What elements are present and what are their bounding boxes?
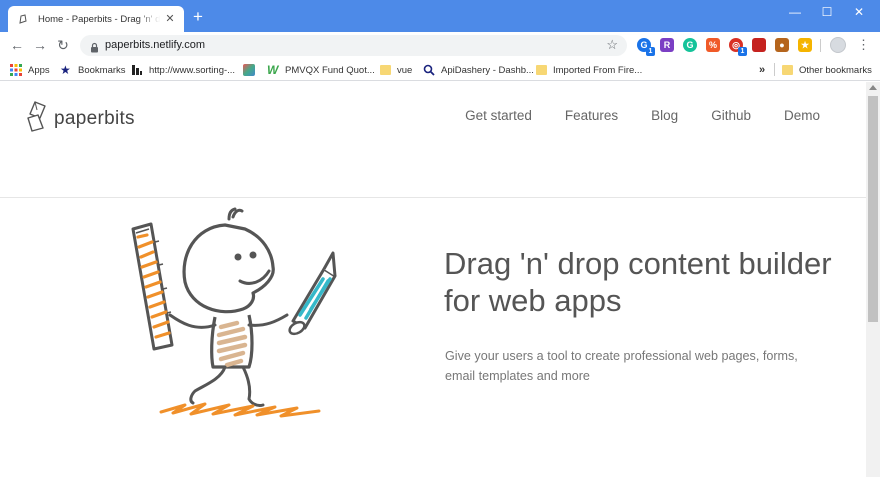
grammar-extension-icon[interactable]: G1: [637, 38, 655, 56]
folder-icon: [380, 65, 391, 75]
bookmark-label: http://www.sorting-...: [149, 64, 236, 76]
toolbar-separator: [820, 39, 821, 52]
paperbits-logo-icon: [26, 100, 50, 137]
nav-blog[interactable]: Blog: [651, 108, 678, 123]
bookmarks-overflow[interactable]: »: [759, 63, 765, 77]
extension-glyph: ●: [779, 40, 785, 50]
star-icon: ★: [60, 63, 71, 77]
profile-avatar[interactable]: [830, 37, 846, 53]
bookmark-label: PMVQX Fund Quot...: [285, 64, 375, 76]
grammarly-icon[interactable]: G: [683, 38, 697, 52]
folder-icon: [536, 65, 547, 75]
hero-title: Drag 'n' drop content builder for web ap…: [444, 246, 832, 318]
bookmark-label: ApiDashery - Dashb...: [441, 64, 534, 76]
browser-toolbar: ← → ↻ paperbits.netlify.com ☆ G 1 R G% ◎ 1 ● ★ …: [0, 32, 880, 59]
bars-icon: [131, 64, 143, 76]
bookmark-imported[interactable]: Imported From Fire...: [536, 63, 642, 77]
site-header: paperbits Get started Features Blog Gith…: [0, 82, 866, 198]
bookmark-apps[interactable]: Apps: [10, 63, 50, 77]
logo-text: paperbits: [54, 107, 135, 129]
search-icon: [423, 64, 435, 76]
bookmark-pmvqx[interactable]: W PMVQX Fund Quot...: [267, 63, 375, 77]
star-extension-icon[interactable]: ★: [798, 38, 812, 52]
address-bar[interactable]: paperbits.netlify.com ☆: [80, 35, 627, 56]
extension-glyph: G: [686, 40, 694, 50]
page-scrollbar[interactable]: [866, 82, 880, 477]
bookmark-apidashery[interactable]: ApiDashery - Dashb...: [423, 63, 534, 77]
title-bar: Home - Paperbits - Drag 'n' drop content…: [0, 0, 880, 32]
site-nav: Get started Features Blog Github Demo: [465, 108, 820, 123]
nav-get-started[interactable]: Get started: [465, 108, 532, 123]
maximize-icon[interactable]: ☐: [816, 4, 838, 20]
square-extension-icon[interactable]: [752, 38, 766, 52]
hero-subtitle: Give your users a tool to create profess…: [445, 349, 798, 383]
bookmark-star-icon[interactable]: ☆: [606, 37, 618, 53]
bookmarks-separator: [774, 63, 775, 76]
bookmark-sorting[interactable]: http://www.sorting-...: [131, 63, 235, 77]
site-logo[interactable]: paperbits: [26, 100, 135, 137]
extension-badge: 1: [738, 47, 747, 56]
hero-illustration: [125, 207, 355, 427]
minimize-icon[interactable]: —: [784, 4, 806, 20]
forward-icon[interactable]: →: [32, 37, 48, 53]
bookmark-label: Other bookmarks: [799, 64, 872, 76]
bookmark-label: vue: [397, 64, 413, 76]
browser-tab[interactable]: Home - Paperbits - Drag 'n' drop content…: [8, 6, 184, 32]
extension-glyph: R: [663, 40, 671, 50]
bookmark-label: Imported From Fire...: [553, 64, 643, 76]
reload-icon[interactable]: ↻: [55, 37, 71, 53]
url-text: paperbits.netlify.com: [105, 39, 206, 51]
scroll-up-icon[interactable]: [869, 85, 877, 90]
extension-glyph: %: [708, 40, 717, 50]
extension-badge: 1: [646, 47, 655, 56]
folder-icon: [782, 65, 793, 75]
nav-features[interactable]: Features: [565, 108, 618, 123]
menu-icon[interactable]: ⋮: [857, 37, 870, 53]
image-icon: [243, 64, 255, 76]
r-extension-icon[interactable]: R: [660, 38, 674, 52]
target-extension-icon[interactable]: ◎ 1: [729, 38, 747, 56]
bookmark-bookmarks[interactable]: ★ Bookmarks: [60, 63, 126, 77]
tab-title: Home - Paperbits - Drag 'n' drop content…: [38, 13, 160, 25]
bookmark-other[interactable]: Other bookmarks: [782, 63, 872, 77]
bookmarks-bar: Apps ★ Bookmarks http://www.sorting-... …: [0, 59, 880, 81]
paperbits-favicon-icon: [16, 12, 30, 26]
bookmark-label: Bookmarks: [78, 64, 126, 76]
bookmark-label: Apps: [28, 64, 50, 76]
w-logo-icon: W: [267, 63, 279, 77]
back-icon[interactable]: ←: [9, 37, 25, 53]
scrollbar-thumb[interactable]: [868, 96, 878, 322]
close-window-icon[interactable]: ✕: [848, 4, 870, 20]
cookie-extension-icon[interactable]: ●: [775, 38, 789, 52]
extension-glyph: ★: [800, 40, 810, 50]
web-page: paperbits Get started Features Blog Gith…: [0, 82, 866, 477]
bookmark-vue[interactable]: vue: [380, 63, 412, 77]
lock-icon: [90, 40, 99, 58]
apps-grid-icon: [10, 64, 22, 76]
percent-extension-icon[interactable]: %: [706, 38, 720, 52]
tab-close-icon[interactable]: ✕: [164, 13, 176, 25]
bookmark-image[interactable]: [243, 63, 261, 77]
new-tab-icon[interactable]: +: [190, 8, 206, 25]
nav-github[interactable]: Github: [711, 108, 751, 123]
ruler-icon: [131, 222, 174, 351]
nav-demo[interactable]: Demo: [784, 108, 820, 123]
pencil-icon: [288, 251, 337, 336]
